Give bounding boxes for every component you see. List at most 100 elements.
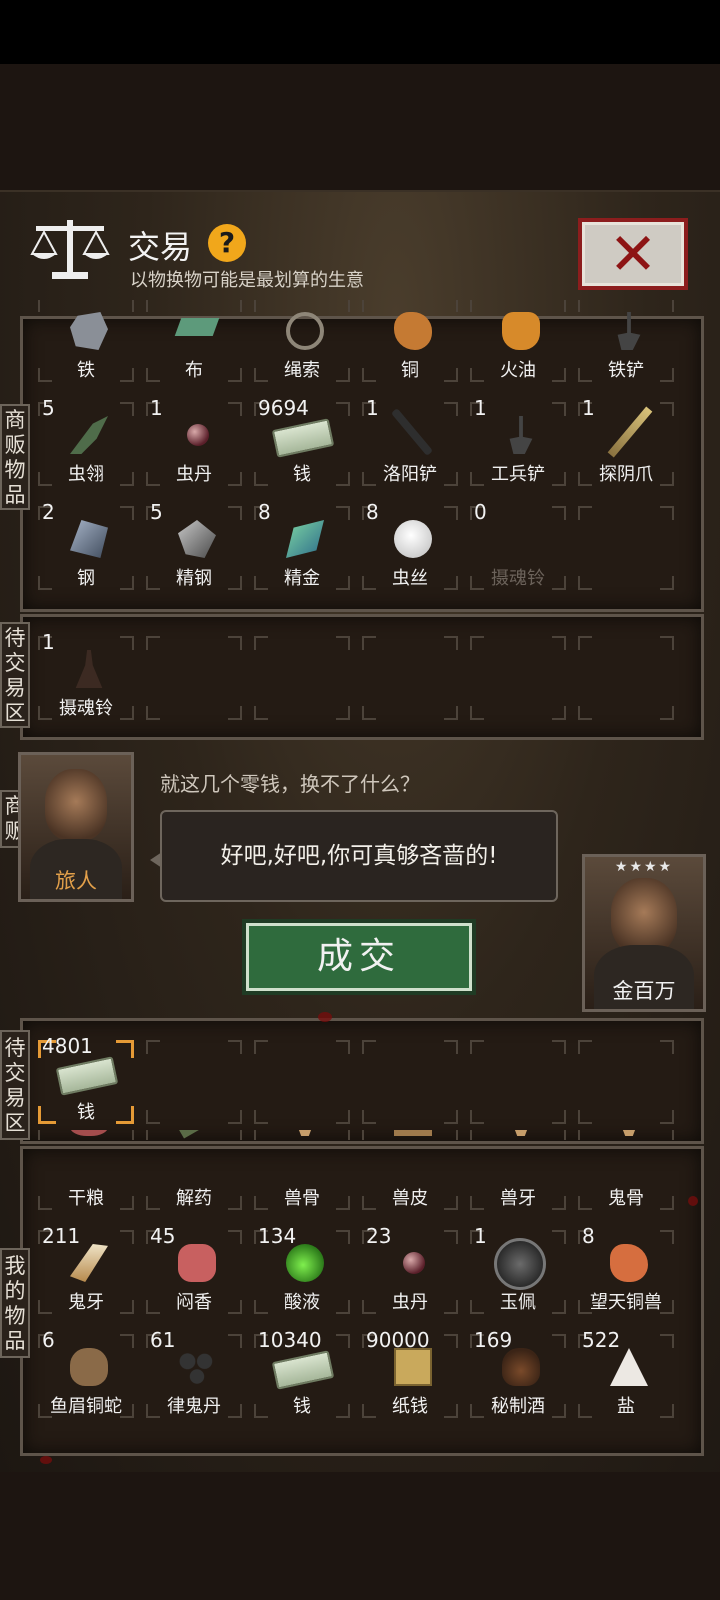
tab-my-goods[interactable]: 我的物品	[0, 1248, 30, 1358]
item-slot[interactable]: 兽骨	[250, 1130, 354, 1216]
slot-corner	[660, 636, 674, 650]
item-slot[interactable]: 10340 钱	[250, 1324, 354, 1424]
item-slot[interactable]: 布	[142, 300, 246, 388]
slot-corner	[228, 402, 242, 416]
item-slot[interactable]: 169 秘制酒	[466, 1324, 570, 1424]
item-name: 布	[185, 360, 203, 381]
wing-icon	[70, 416, 108, 454]
item-slot[interactable]: 61 律鬼丹	[142, 1324, 246, 1424]
item-slot[interactable]: 9694 钱	[250, 392, 354, 492]
slot-corner	[578, 300, 592, 312]
item-slot[interactable]: 5 精钢	[142, 496, 246, 596]
item-slot[interactable]: 1 摄魂铃	[34, 626, 138, 726]
item-slot[interactable]	[574, 626, 678, 726]
help-icon[interactable]: ?	[208, 224, 246, 262]
item-slot[interactable]	[250, 626, 354, 726]
item-slot[interactable]: 45 闷香	[142, 1220, 246, 1320]
slot-corner	[578, 706, 592, 720]
item-slot[interactable]: 134 酸液	[250, 1220, 354, 1320]
slot-corner	[228, 300, 242, 312]
item-slot[interactable]: 1 工兵铲	[466, 392, 570, 492]
item-name: 洛阳铲	[383, 464, 437, 485]
item-slot[interactable]: 4801 钱	[34, 1030, 138, 1130]
item-slot[interactable]	[574, 1030, 678, 1130]
merchant-portrait[interactable]: 旅人	[18, 752, 134, 902]
slot-corner	[444, 506, 458, 520]
player-portrait[interactable]: ★★★★ 金百万	[582, 854, 706, 1012]
slot-corner	[120, 636, 134, 650]
item-count: 8	[258, 500, 271, 524]
item-count: 9694	[258, 396, 309, 420]
shovel-icon	[509, 416, 533, 454]
item-slot[interactable]: 1 虫丹	[142, 392, 246, 492]
item-slot[interactable]	[574, 496, 678, 596]
item-slot[interactable]	[358, 626, 462, 726]
item-slot[interactable]: 1 探阴爪	[574, 392, 678, 492]
tab-pending-mine[interactable]: 待交易区	[0, 1030, 30, 1140]
meat-icon	[70, 1130, 108, 1136]
item-slot[interactable]: 铁	[34, 300, 138, 388]
item-slot[interactable]: 8 望天铜兽	[574, 1220, 678, 1320]
slot-corner	[120, 1230, 134, 1244]
item-slot[interactable]: 鬼骨	[574, 1130, 678, 1216]
item-slot[interactable]: 5 虫翎	[34, 392, 138, 492]
item-count: 1	[150, 396, 163, 420]
deal-button[interactable]: 成交	[242, 919, 476, 995]
slot-corner	[228, 1130, 242, 1140]
slot-corner	[660, 576, 674, 590]
money-icon	[271, 418, 335, 458]
merchant-name: 旅人	[55, 869, 97, 893]
slot-corner	[578, 1110, 592, 1124]
item-slot[interactable]	[466, 626, 570, 726]
item-slot[interactable]: 解药	[142, 1130, 246, 1216]
slot-corner	[552, 636, 566, 650]
rope-icon	[286, 312, 324, 350]
item-slot[interactable]: 522 盐	[574, 1324, 678, 1424]
item-slot[interactable]: 1 玉佩	[466, 1220, 570, 1320]
item-name: 纸钱	[392, 1396, 428, 1417]
item-slot[interactable]	[466, 1030, 570, 1130]
close-icon: ✕	[608, 220, 658, 288]
slot-corner	[552, 300, 566, 312]
close-button[interactable]: ✕	[578, 218, 688, 290]
item-slot[interactable]: 兽皮	[358, 1130, 462, 1216]
item-slot[interactable]: 绳索	[250, 300, 354, 388]
item-slot[interactable]: 8 虫丝	[358, 496, 462, 596]
item-slot[interactable]: 23 虫丹	[358, 1220, 462, 1320]
slot-corner	[228, 636, 242, 650]
item-slot[interactable]: 兽牙	[466, 1130, 570, 1216]
item-name: 兽皮	[392, 1188, 428, 1209]
slot-corner	[146, 1040, 160, 1054]
item-slot[interactable]: 干粮	[34, 1130, 138, 1216]
item-slot[interactable]: 8 精金	[250, 496, 354, 596]
tab-pending-merchant[interactable]: 待交易区	[0, 622, 30, 728]
item-slot[interactable]: 90000 纸钱	[358, 1324, 462, 1424]
item-name: 铁铲	[608, 360, 644, 381]
item-slot[interactable]: 211 鬼牙	[34, 1220, 138, 1320]
slot-corner	[146, 1110, 160, 1124]
item-slot[interactable]	[358, 1030, 462, 1130]
slot-corner	[336, 636, 350, 650]
item-slot[interactable]: 1 洛阳铲	[358, 392, 462, 492]
slot-corner	[660, 506, 674, 520]
item-slot[interactable]	[142, 1030, 246, 1130]
money-icon	[271, 1350, 335, 1390]
slot-corner	[444, 636, 458, 650]
item-slot[interactable]: 2钢	[34, 496, 138, 596]
slot-corner	[362, 300, 376, 312]
item-slot[interactable]	[142, 626, 246, 726]
merchant-message: 就这几个零钱，换不了什么？	[160, 772, 420, 796]
item-slot[interactable]	[250, 1030, 354, 1130]
item-count: 169	[474, 1328, 513, 1352]
tab-merchant-goods[interactable]: 商贩物品	[0, 404, 30, 510]
item-slot[interactable]: 铜	[358, 300, 462, 388]
item-slot[interactable]: 火油	[466, 300, 570, 388]
item-name: 虫丹	[176, 464, 212, 485]
slot-corner	[578, 506, 592, 520]
copper-icon	[394, 312, 432, 350]
item-slot[interactable]: 铁铲	[574, 300, 678, 388]
slot-corner	[578, 636, 592, 650]
item-slot[interactable]: 6 鱼眉铜蛇	[34, 1324, 138, 1424]
item-slot[interactable]: 0 摄魂铃	[466, 496, 570, 596]
item-count: 8	[366, 500, 379, 524]
